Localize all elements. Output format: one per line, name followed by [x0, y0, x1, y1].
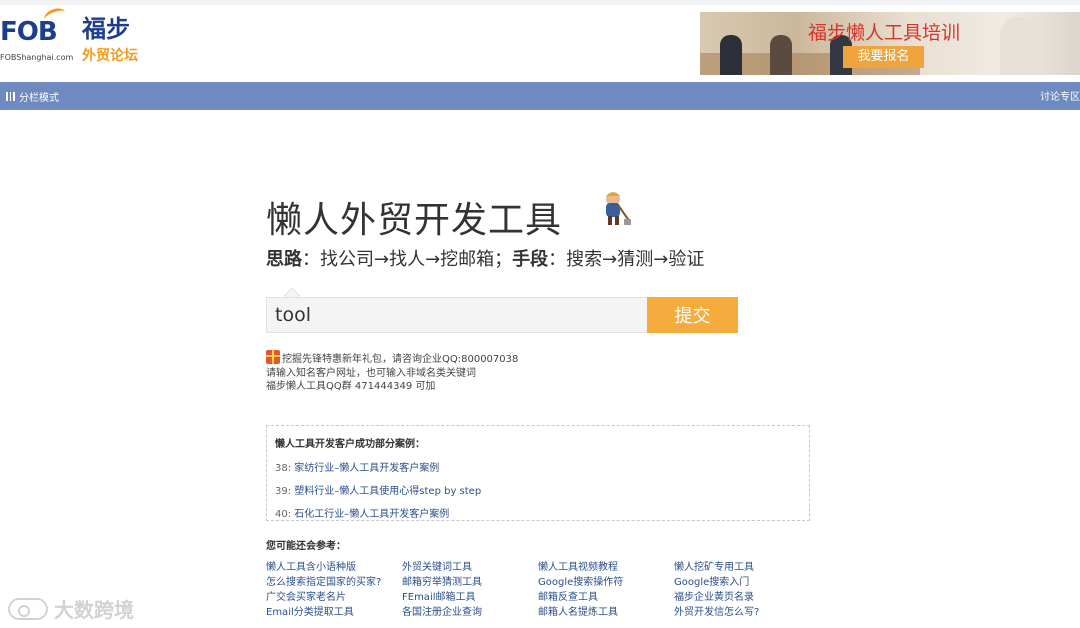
banner-person-graphic: [1000, 17, 1040, 75]
case-link[interactable]: 石化工行业–懒人工具开发客户案例: [294, 509, 449, 520]
column-mode-label: 分栏模式: [19, 93, 59, 104]
subtitle-approach-label: 思路: [266, 249, 302, 270]
success-cases-box: 懒人工具开发客户成功部分案例： 38: 家纺行业–懒人工具开发客户案例 39: …: [266, 425, 810, 521]
discussion-area-link[interactable]: 讨论专区: [1040, 88, 1080, 103]
submit-button[interactable]: 提交: [647, 297, 738, 333]
page-title: 懒人外贸开发工具: [266, 200, 563, 241]
case-number: 38:: [275, 463, 292, 474]
input-hint: 请输入知名客户网址，也可输入非域名类关键词: [266, 367, 476, 379]
page-subtitle: 思路：找公司→找人→挖邮箱；手段：搜索→猜测→验证: [266, 245, 704, 271]
promo-note: 挖掘先锋特惠新年礼包，请咨询企业QQ:800007038: [266, 350, 518, 367]
case-item: 39: 塑料行业–懒人工具使用心得step by step: [275, 482, 801, 497]
related-link[interactable]: Google搜索操作符: [538, 577, 674, 589]
case-link[interactable]: 塑料行业–懒人工具使用心得step by step: [294, 486, 481, 497]
watermark-logo-icon: [8, 597, 48, 620]
related-link[interactable]: 各国注册企业查询: [402, 607, 538, 619]
related-link[interactable]: 懒人挖矿专用工具: [674, 562, 810, 574]
related-link[interactable]: 广交会买家老名片: [266, 592, 402, 604]
related-link[interactable]: FEmail邮箱工具: [402, 592, 538, 604]
training-banner[interactable]: 福步懒人工具培训 我要报名: [700, 12, 1080, 75]
related-link[interactable]: 怎么搜索指定国家的买家?: [266, 577, 402, 589]
qq-group-note: 福步懒人工具QQ群 471444349 可加: [266, 381, 436, 392]
watermark: 大数跨境: [8, 594, 134, 623]
case-link[interactable]: 家纺行业–懒人工具开发客户案例: [294, 463, 439, 474]
related-link[interactable]: 邮箱穷举猜测工具: [402, 577, 538, 589]
column-mode-toggle[interactable]: 分栏模式: [6, 89, 59, 104]
nav-bar: 分栏模式 讨论专区: [0, 82, 1080, 110]
mascot-digger-icon: [606, 192, 631, 225]
subtitle-method-label: 手段: [512, 249, 549, 270]
promo-note-text: 挖掘先锋特惠新年礼包，请咨询企业QQ:800007038: [282, 354, 519, 365]
search-notes: 挖掘先锋特惠新年礼包，请咨询企业QQ:800007038 请输入知名客户网址，也…: [266, 350, 518, 394]
case-item: 38: 家纺行业–懒人工具开发客户案例: [275, 459, 801, 474]
related-link[interactable]: 懒人工具视频教程: [538, 562, 674, 574]
banner-person-graphic: [720, 35, 742, 75]
gift-icon: [266, 350, 280, 364]
related-link[interactable]: 福步企业黄页名录: [674, 592, 810, 604]
search-form: 提交: [266, 287, 738, 333]
related-link[interactable]: 外贸关键词工具: [402, 562, 538, 574]
watermark-text: 大数跨境: [54, 598, 134, 622]
case-number: 40:: [275, 509, 292, 520]
related-links: 您可能还会参考： 懒人工具含小语种版 外贸关键词工具 懒人工具视频教程 懒人挖矿…: [266, 537, 826, 619]
subtitle-approach-text: ：找公司→找人→挖邮箱；: [302, 249, 513, 270]
logo-subname: 外贸论坛: [82, 48, 138, 64]
logo-name: 福步: [82, 15, 130, 43]
columns-icon: [6, 92, 15, 101]
banner-person-graphic: [770, 35, 792, 75]
related-link[interactable]: 外贸开发信怎么写?: [674, 607, 810, 619]
cases-title: 懒人工具开发客户成功部分案例：: [275, 439, 425, 450]
related-link[interactable]: 邮箱反查工具: [538, 592, 674, 604]
subtitle-method-text: ：搜索→猜测→验证: [548, 249, 705, 270]
logo-domain: FOBShanghai.com: [0, 53, 74, 62]
related-link[interactable]: 懒人工具含小语种版: [266, 562, 402, 574]
logo-mark: FOB: [0, 17, 58, 47]
related-link[interactable]: 邮箱人名提炼工具: [538, 607, 674, 619]
related-link[interactable]: Email分类提取工具: [266, 607, 402, 619]
related-link[interactable]: Google搜索入门: [674, 577, 810, 589]
banner-signup-button[interactable]: 我要报名: [843, 46, 924, 68]
search-input[interactable]: [266, 297, 647, 333]
site-header: FOB FOBShanghai.com 福步 外贸论坛 福步懒人工具培训 我要报…: [0, 5, 1080, 82]
site-logo[interactable]: FOB FOBShanghai.com 福步 外贸论坛: [0, 5, 150, 71]
banner-headline: 福步懒人工具培训: [808, 22, 961, 44]
related-links-grid: 懒人工具含小语种版 外贸关键词工具 懒人工具视频教程 懒人挖矿专用工具 怎么搜索…: [266, 562, 826, 619]
case-number: 39:: [275, 486, 292, 497]
case-item: 40: 石化工行业–懒人工具开发客户案例: [275, 505, 801, 520]
related-links-title: 您可能还会参考：: [266, 541, 346, 552]
